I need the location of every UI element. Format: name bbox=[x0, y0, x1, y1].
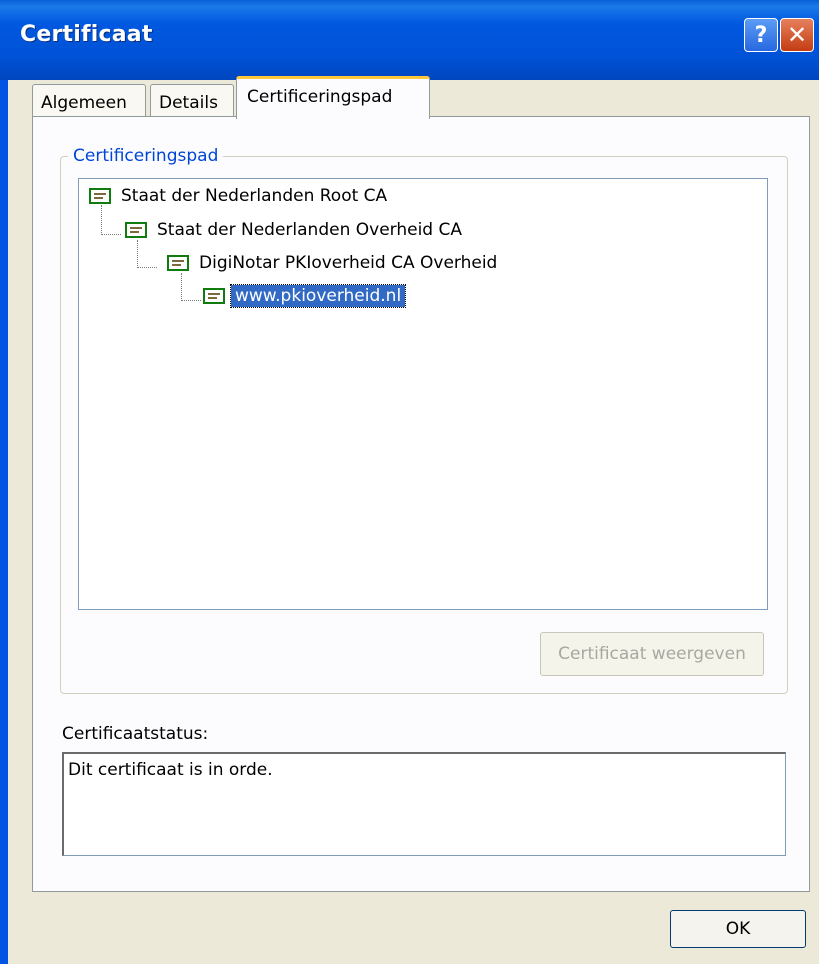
tree-node-label: www.pkioverheid.nl bbox=[229, 284, 407, 308]
tree-connector bbox=[101, 205, 102, 235]
tab-label: Algemeen bbox=[41, 93, 127, 113]
tree-connector bbox=[137, 267, 157, 268]
title-bar[interactable]: Certificaat ? ✕ bbox=[0, 0, 819, 80]
tab-label: Certificeringspad bbox=[247, 87, 393, 107]
help-icon: ? bbox=[754, 22, 768, 48]
tab-label: Details bbox=[159, 93, 218, 113]
tree-connector bbox=[181, 300, 201, 301]
view-certificate-button[interactable]: Certificaat weergeven bbox=[540, 632, 764, 676]
close-icon: ✕ bbox=[786, 21, 808, 49]
certificate-icon bbox=[167, 255, 189, 271]
ok-button[interactable]: OK bbox=[670, 910, 806, 948]
tree-node-label: DigiNotar PKIoverheid CA Overheid bbox=[199, 253, 498, 273]
certificate-icon bbox=[125, 222, 147, 238]
tree-node-label: Staat der Nederlanden Overheid CA bbox=[157, 220, 463, 240]
button-label: Certificaat weergeven bbox=[558, 644, 746, 664]
tree-node[interactable]: DigiNotar PKIoverheid CA Overheid bbox=[167, 252, 501, 274]
tree-connector bbox=[137, 240, 138, 268]
tab-details[interactable]: Details bbox=[150, 84, 234, 118]
group-legend: Certificeringspad bbox=[68, 146, 224, 166]
tree-node-selected[interactable]: www.pkioverheid.nl bbox=[203, 284, 407, 308]
certificate-dialog: Certificaat ? ✕ Algemeen Details Certifi… bbox=[0, 0, 819, 964]
status-label: Certificaatstatus: bbox=[62, 724, 209, 744]
window-title: Certificaat bbox=[20, 22, 153, 47]
status-text: Dit certificaat is in orde. bbox=[68, 760, 273, 780]
tree-node-label: Staat der Nederlanden Root CA bbox=[121, 186, 388, 206]
tree-connector bbox=[101, 234, 121, 235]
help-button[interactable]: ? bbox=[744, 18, 778, 52]
status-textbox[interactable]: Dit certificaat is in orde. bbox=[62, 752, 786, 856]
tree-node[interactable]: Staat der Nederlanden Overheid CA bbox=[125, 219, 466, 241]
window-border bbox=[0, 0, 8, 964]
certificate-icon bbox=[203, 288, 225, 304]
close-button[interactable]: ✕ bbox=[780, 18, 814, 52]
tab-certificeringspad[interactable]: Certificeringspad bbox=[236, 76, 430, 119]
tree-node[interactable]: Staat der Nederlanden Root CA bbox=[89, 185, 391, 207]
tree-connector bbox=[181, 273, 182, 301]
certification-path-tree[interactable]: Staat der Nederlanden Root CA Staat der … bbox=[78, 178, 768, 610]
certificate-icon bbox=[89, 188, 111, 204]
button-label: OK bbox=[725, 919, 751, 939]
tab-algemeen[interactable]: Algemeen bbox=[32, 84, 146, 118]
